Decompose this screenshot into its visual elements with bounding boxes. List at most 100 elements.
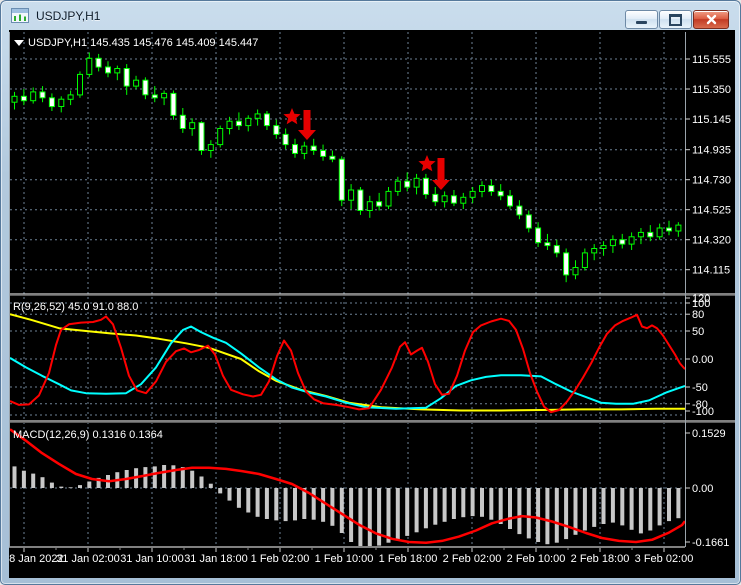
candle-body (563, 252, 570, 276)
macd-bar (358, 488, 363, 546)
macd-bar (321, 488, 326, 522)
candle-body (637, 231, 644, 238)
candle-body (497, 190, 504, 197)
candle-body (488, 185, 495, 193)
time-scale-label: 31 Jan 10:00 (120, 553, 184, 565)
macd-bar (582, 488, 587, 531)
macd-bar (49, 482, 54, 488)
macd-bar (433, 488, 438, 525)
time-scale-label: 2 Feb 18:00 (571, 553, 630, 565)
macd-bar (676, 488, 681, 519)
candle-body (151, 94, 158, 99)
chart-area: 115.555 115.350 115.145 114.935 114.730 114.5… (9, 30, 735, 578)
oscillator-header: R(9,26,52) 45.0 91.0 88.0 (13, 301, 138, 313)
minimize-icon (636, 21, 647, 24)
candle-body (301, 145, 308, 154)
candle-body (413, 177, 420, 188)
candle-body (525, 214, 532, 229)
macd-bar (40, 477, 45, 488)
macd-bar (255, 488, 260, 517)
macd-bar (236, 488, 241, 508)
time-scale-label: 1 Feb 10:00 (315, 553, 374, 565)
candle-body (48, 97, 55, 108)
macd-bar (143, 467, 148, 488)
star-icon (418, 155, 436, 172)
candle-body (422, 177, 429, 195)
macd-bar (451, 488, 456, 519)
candle-body (666, 227, 672, 232)
candle-body (77, 73, 83, 96)
macd-bar (480, 488, 484, 517)
time-scale-label: 31 Jan 18:00 (184, 553, 248, 565)
macd-bar (629, 488, 634, 530)
oscillator-scale-label: 0.00 (692, 354, 713, 366)
macd-bar (517, 488, 522, 535)
candle-body (235, 120, 242, 127)
candle-body (67, 94, 74, 100)
price-scale-label: 114.935 (692, 145, 731, 157)
candle-body (628, 236, 635, 245)
candle-body (385, 190, 392, 207)
macd-bar (508, 488, 512, 529)
candle-body (179, 114, 186, 130)
macd-bar (545, 488, 550, 545)
titlebar[interactable]: USDJPY,H1 (1, 1, 740, 30)
macd-bar (227, 488, 232, 501)
restore-icon (669, 13, 682, 26)
price-scale-label: 114.115 (692, 265, 730, 277)
window-controls (625, 10, 729, 29)
candle-body (553, 245, 560, 254)
restore-button[interactable] (659, 10, 692, 29)
time-scale[interactable]: 28 Jan 202231 Jan 02:00 31 Jan 10:00 31 Ja… (9, 548, 693, 565)
macd-bar (564, 488, 569, 540)
macd-bar (87, 481, 92, 488)
candle-body (292, 144, 298, 154)
candle-body (366, 201, 373, 211)
time-scale-label: 2 Feb 10:00 (507, 553, 566, 565)
candle-body (338, 158, 345, 201)
macd-bar (638, 488, 643, 534)
time-scale-label: 1 Feb 18:00 (379, 553, 438, 565)
macd-bar (59, 486, 64, 488)
candle-body (189, 122, 196, 130)
macd-bar (386, 488, 391, 543)
candle-body (357, 189, 364, 211)
macd-scale-label: 0.1529 (692, 428, 726, 440)
candle-body (273, 125, 280, 135)
candle-body (320, 150, 327, 157)
candle-body (310, 145, 317, 152)
candle-body (30, 91, 37, 102)
candle-body (479, 185, 485, 193)
candle-body (544, 242, 551, 247)
time-scale-label: 3 Feb 02:00 (635, 553, 694, 565)
candle-body (609, 239, 616, 247)
candle-body (198, 122, 205, 151)
macd-bar (152, 466, 157, 488)
close-button[interactable] (693, 10, 729, 29)
candle-body (20, 95, 27, 102)
time-scale-label: 1 Feb 02:00 (251, 553, 310, 565)
app-icon (11, 8, 29, 23)
macd-bar (162, 465, 167, 488)
star-icon (283, 108, 301, 125)
candle-body (39, 91, 46, 99)
price-scale[interactable]: 115.555 115.350 115.145 114.935 114.730 114.5… (685, 54, 731, 549)
macd-scale-label: -0.1661 (692, 537, 729, 549)
macd-bar (274, 488, 279, 521)
macd-bar (31, 473, 36, 488)
candle-body (572, 267, 579, 276)
candle-body (619, 239, 626, 245)
price-scale-label: 115.350 (692, 84, 731, 96)
candle-body (675, 224, 682, 232)
candle-body (469, 190, 476, 198)
candle-body (507, 195, 513, 207)
candle-body (656, 227, 663, 238)
panel-borders (9, 32, 735, 548)
candle-body (432, 193, 439, 203)
symbol-dropdown-icon[interactable] (14, 40, 24, 46)
oscillator-scale-label: 80 (692, 309, 704, 321)
time-scale-label: 31 Jan 02:00 (56, 553, 120, 565)
chart-canvas[interactable]: 115.555 115.350 115.145 114.935 114.730 114.5… (9, 30, 735, 578)
oscillator-scale-label: -50 (692, 382, 708, 394)
minimize-button[interactable] (625, 10, 658, 29)
